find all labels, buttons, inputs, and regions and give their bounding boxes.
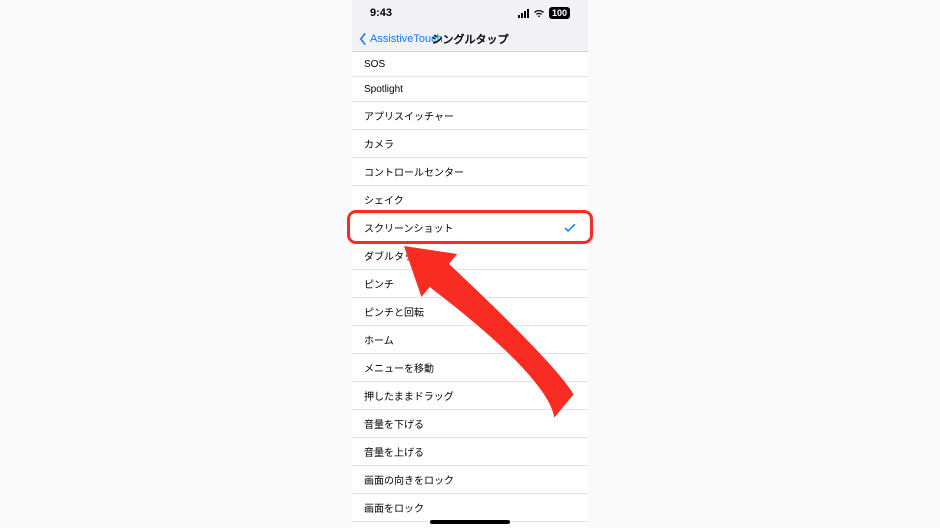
option-label: カメラ: [364, 136, 394, 151]
option-label: 画面をロック: [364, 500, 424, 515]
option-row[interactable]: 画面の向きをロック: [352, 466, 588, 494]
option-row[interactable]: ピンチと回転: [352, 298, 588, 326]
option-label: 画面の向きをロック: [364, 472, 454, 487]
option-row[interactable]: 画面をロック: [352, 494, 588, 522]
option-row[interactable]: カメラ: [352, 130, 588, 158]
option-label: メニューを移動: [364, 360, 434, 375]
option-row[interactable]: 押したままドラッグ: [352, 382, 588, 410]
option-label: ダブルタップ: [364, 248, 424, 263]
home-indicator: [430, 520, 510, 524]
battery-badge: 100: [549, 7, 570, 19]
option-label: アプリスイッチャー: [364, 108, 454, 123]
option-label: ホーム: [364, 332, 394, 347]
option-row[interactable]: スクリーンショット: [352, 214, 588, 242]
option-row[interactable]: シェイク: [352, 186, 588, 214]
option-row[interactable]: 音量を下げる: [352, 410, 588, 438]
back-label: AssistiveTouch: [370, 33, 443, 45]
option-label: 音量を上げる: [364, 444, 424, 459]
cellular-signal-icon: [518, 9, 529, 18]
back-button[interactable]: AssistiveTouch: [358, 33, 443, 45]
status-time: 9:43: [370, 7, 392, 19]
nav-bar: AssistiveTouch シングルタップ: [352, 26, 588, 52]
stage: 9:43 100 AssistiveTouch シングルタップ SOS Spotl…: [0, 0, 940, 528]
option-label: ピンチ: [364, 276, 394, 291]
checkmark-icon: [564, 222, 576, 234]
option-label: コントロールセンター: [364, 164, 464, 179]
status-bar: 9:43 100: [352, 0, 588, 26]
option-row[interactable]: SOS: [352, 52, 588, 77]
option-row[interactable]: メニューを移動: [352, 354, 588, 382]
option-row[interactable]: Spotlight: [352, 77, 588, 102]
option-label: 音量を下げる: [364, 416, 424, 431]
option-row[interactable]: ピンチ: [352, 270, 588, 298]
option-label: ピンチと回転: [364, 304, 424, 319]
option-row[interactable]: ホーム: [352, 326, 588, 354]
options-list[interactable]: SOS Spotlight アプリスイッチャーカメラコントロールセンターシェイクスク…: [352, 52, 588, 528]
option-label: シェイク: [364, 192, 404, 207]
wifi-icon: [533, 9, 545, 18]
option-row[interactable]: アプリスイッチャー: [352, 102, 588, 130]
status-right: 100: [518, 7, 570, 19]
chevron-left-icon: [358, 33, 368, 45]
option-label: 押したままドラッグ: [364, 388, 454, 403]
option-row[interactable]: ダブルタップ: [352, 242, 588, 270]
option-label: Spotlight: [364, 84, 403, 95]
option-row[interactable]: 音量を上げる: [352, 438, 588, 466]
phone-screen: 9:43 100 AssistiveTouch シングルタップ SOS Spotl…: [352, 0, 588, 528]
option-label: SOS: [364, 59, 385, 70]
option-row[interactable]: コントロールセンター: [352, 158, 588, 186]
option-label: スクリーンショット: [364, 220, 454, 235]
